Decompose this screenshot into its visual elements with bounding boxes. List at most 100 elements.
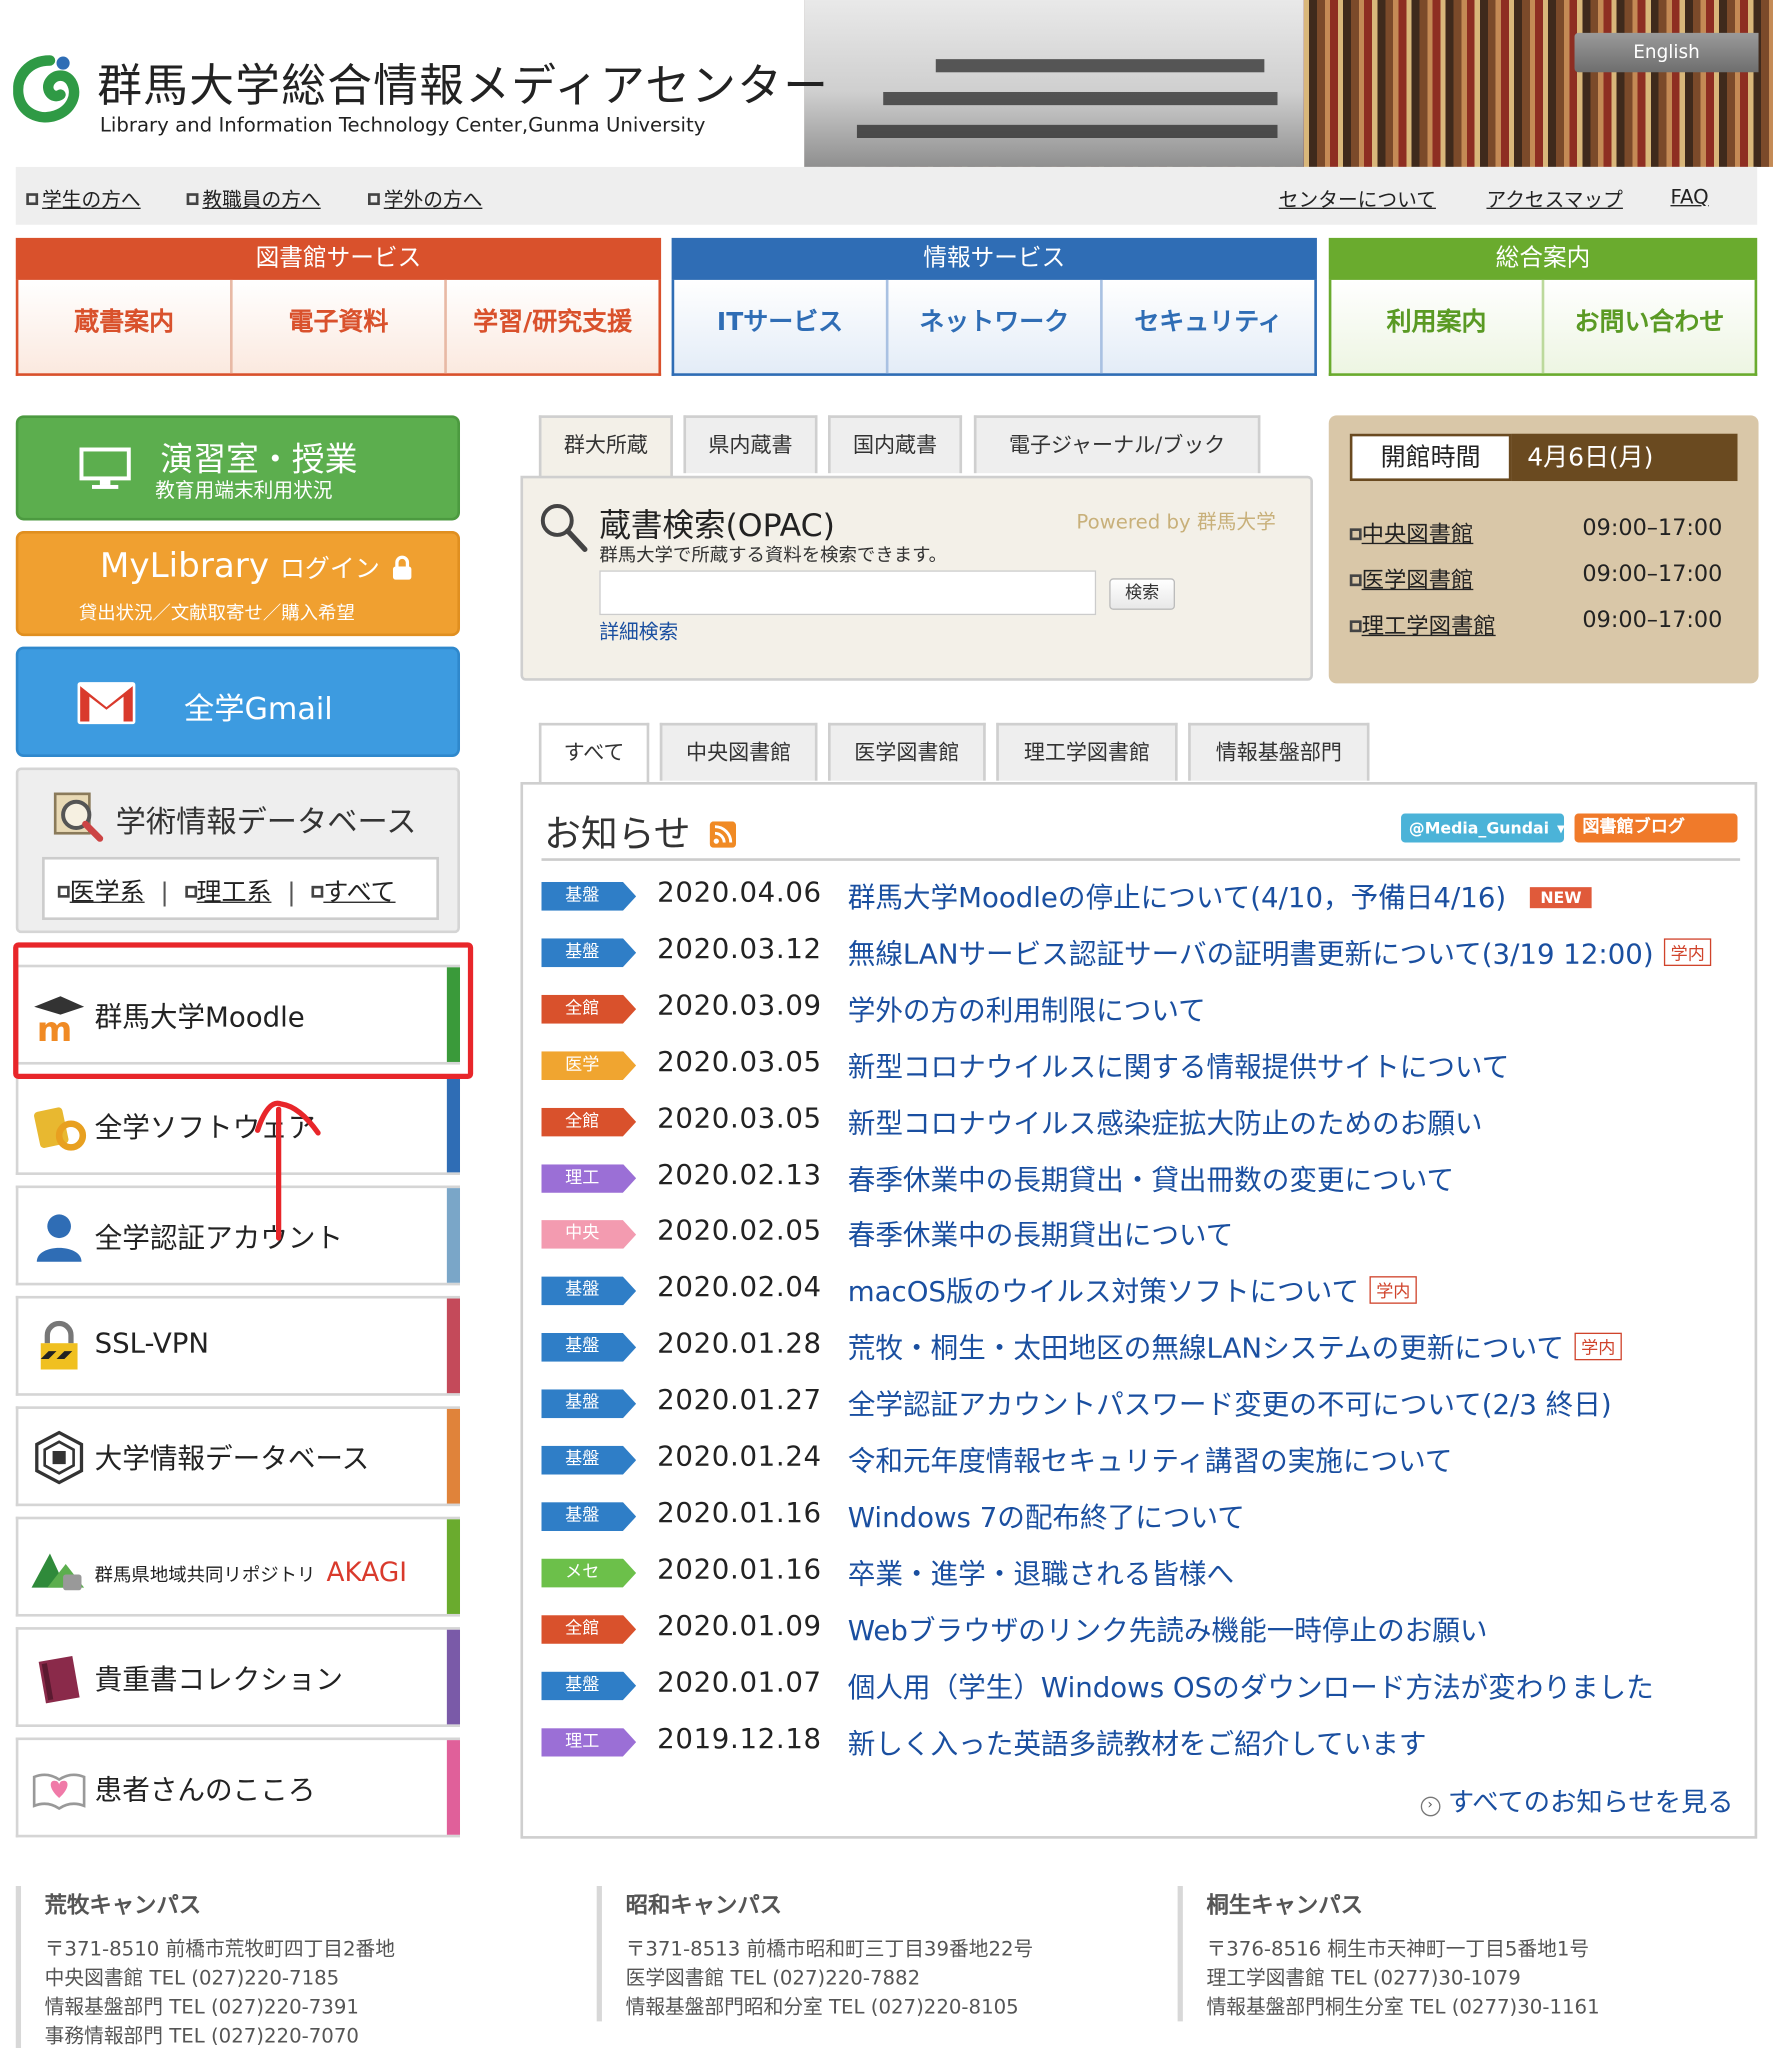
news-link[interactable]: 無線LANサービス認証サーバの証明書更新について(3/19 12:00) 学内	[848, 933, 1712, 972]
news-link[interactable]: Webブラウザのリンク先読み機能一時停止のお願い	[848, 1610, 1488, 1649]
lab-status-button[interactable]: 演習室・授業 教育用端末利用状況	[15, 415, 461, 521]
news-link[interactable]: 春季休業中の長期貸出について	[848, 1215, 1234, 1254]
news-link[interactable]: 卒業・進学・退職される皆様へ	[848, 1553, 1234, 1592]
nav-students[interactable]: 学生の方へ	[26, 185, 141, 213]
twitter-button[interactable]: @Media_Gundai ▾	[1401, 813, 1565, 843]
news-link[interactable]: macOS版のウイルス対策ソフトについて 学内	[848, 1271, 1417, 1310]
site-title[interactable]: 群馬大学総合情報メディアセンター	[97, 50, 829, 114]
science-library-time: 09:00–17:00	[1582, 607, 1723, 634]
campus-line: 情報基盤部門桐生分室 TEL (0277)30-1161	[1206, 1995, 1600, 2019]
db-science-link[interactable]: 理工系	[197, 878, 272, 907]
news-link[interactable]: 学外の方の利用制限について	[848, 989, 1206, 1028]
opac-advanced-link[interactable]: 詳細検索	[599, 618, 678, 646]
news-tab-central[interactable]: 中央図書館	[659, 722, 818, 781]
db-medical-link[interactable]: 医学系	[70, 878, 145, 907]
mylibrary-button[interactable]: MyLibrary ログイン 貸出状況／文献取寄せ／購入希望	[15, 530, 461, 637]
tab-prefecture[interactable]: 県内蔵書	[683, 415, 818, 474]
nav-staff[interactable]: 教職員の方へ	[186, 185, 321, 213]
news-link[interactable]: 荒牧・桐生・太田地区の無線LANシステムの更新について 学内	[848, 1328, 1622, 1367]
news-link[interactable]: 全学認証アカウントパスワード変更の不可について(2/3 終日)	[848, 1384, 1612, 1423]
search-icon	[540, 504, 588, 553]
akagi-link[interactable]: 群馬県地域共同リポジトリ AKAGI	[15, 1516, 461, 1617]
menu-e-resources[interactable]: 電子資料	[233, 279, 447, 374]
news-more-link[interactable]: › すべてのお知らせを見る	[1420, 1781, 1734, 1819]
menu-it-services[interactable]: ITサービス	[674, 279, 889, 374]
accent-bar	[446, 967, 461, 1062]
blog-button[interactable]: 図書館ブログ	[1574, 813, 1738, 843]
tab-gundai[interactable]: 群大所蔵	[538, 415, 673, 479]
gmail-button[interactable]: 全学Gmail	[15, 646, 461, 758]
news-row: 理工 2020.02.13 春季休業中の長期貸出・貸出冊数の変更について	[541, 1159, 1750, 1198]
news-link[interactable]: 新型コロナウイルス感染症拡大防止のためのお願い	[848, 1102, 1483, 1141]
menu-research-support[interactable]: 学習/研究支援	[447, 280, 659, 373]
news-row: 中央 2020.02.05 春季休業中の長期貸出について	[541, 1215, 1750, 1254]
menu-library-services: 図書館サービス 蔵書案内 電子資料 学習/研究支援	[15, 237, 662, 376]
opening-hours-panel: 開館時間 4月6日(月) 中央図書館 09:00–17:00 医学図書館 09:…	[1328, 415, 1759, 684]
news-row: 基盤 2020.01.07 個人用（学生）Windows OSのダウンロード方法が変…	[541, 1666, 1750, 1705]
news-row: 基盤 2020.01.16 Windows 7の配布終了について	[541, 1497, 1750, 1536]
accent-bar	[446, 1298, 461, 1394]
academic-db-panel: 学術情報データベース 医学系 | 理工系 | すべて	[15, 767, 461, 934]
univ-db-link[interactable]: 大学情報データベース	[15, 1406, 461, 1507]
campus-name: 昭和キャンパス	[625, 1892, 783, 1919]
menu-network[interactable]: ネットワーク	[888, 279, 1103, 374]
news-title-text: 新型コロナウイルスに関する情報提供サイトについて	[847, 1051, 1510, 1083]
news-row: 医学 2020.03.05 新型コロナウイルスに関する情報提供サイトについて	[541, 1046, 1750, 1085]
ssl-vpn-link[interactable]: SSL-VPN	[15, 1295, 461, 1396]
patients-link[interactable]: 患者さんのこころ	[15, 1737, 461, 1838]
nav-access-map[interactable]: アクセスマップ	[1486, 185, 1622, 213]
software-link[interactable]: 全学ソフトウェア	[15, 1075, 461, 1175]
news-date: 2020.01.16	[657, 1496, 822, 1529]
category-tag: 全館	[541, 994, 637, 1024]
opac-search-button[interactable]: 検索	[1109, 578, 1175, 610]
news-date: 2020.02.13	[657, 1158, 822, 1191]
news-date: 2019.12.18	[657, 1722, 822, 1754]
nav-about[interactable]: センターについて	[1279, 185, 1436, 213]
news-link[interactable]: Windows 7の配布終了について	[848, 1497, 1245, 1536]
news-link[interactable]: 群馬大学Moodleの停止について(4/10，予備日4/16) NEW	[848, 877, 1593, 916]
news-link[interactable]: 新型コロナウイルスに関する情報提供サイトについて	[848, 1046, 1510, 1085]
news-date: 2020.03.05	[657, 1045, 822, 1078]
nav-external[interactable]: 学外の方へ	[368, 185, 482, 213]
news-tab-medical[interactable]: 医学図書館	[828, 722, 986, 781]
campus-line: 〒376-8516 桐生市天神町一丁目5番地1号	[1206, 1937, 1590, 1961]
rare-books-link[interactable]: 貴重書コレクション	[15, 1627, 461, 1727]
english-button[interactable]: English	[1574, 32, 1759, 73]
news-link[interactable]: 令和元年度情報セキュリティ講習の実施について	[848, 1440, 1453, 1479]
moodle-label: 群馬大学Moodle	[94, 1001, 305, 1034]
academic-db-title: 学術情報データベース	[115, 805, 417, 840]
lock-icon	[392, 555, 412, 580]
menu-usage-guide[interactable]: 利用案内	[1331, 279, 1545, 374]
news-tab-infra[interactable]: 情報基盤部門	[1188, 722, 1370, 781]
menu-security[interactable]: セキュリティ	[1103, 280, 1315, 373]
medical-library-link[interactable]: 医学図書館	[1362, 568, 1474, 594]
news-link[interactable]: 個人用（学生）Windows OSのダウンロード方法が変わりました	[848, 1666, 1654, 1705]
news-link[interactable]: 新しく入った英語多読教材をご紹介しています	[848, 1722, 1427, 1761]
nav-faq[interactable]: FAQ	[1670, 185, 1708, 209]
menu-info-services: 情報サービス ITサービス ネットワーク セキュリティ	[671, 237, 1317, 376]
menu-holdings[interactable]: 蔵書案内	[18, 279, 233, 374]
logo-icon	[13, 55, 80, 123]
top-nav: 学生の方へ 教職員の方へ 学外の方へ センターについて アクセスマップ FAQ	[15, 166, 1758, 225]
news-date: 2020.01.07	[657, 1665, 822, 1698]
news-link[interactable]: 春季休業中の長期貸出・貸出冊数の変更について	[848, 1159, 1454, 1198]
central-library-link[interactable]: 中央図書館	[1362, 522, 1474, 548]
news-tab-science[interactable]: 理工学図書館	[996, 722, 1178, 781]
news-tab-all[interactable]: すべて	[538, 722, 650, 786]
rss-icon[interactable]	[709, 821, 737, 848]
category-tag: 理工	[541, 1727, 637, 1757]
db-all-link[interactable]: すべて	[323, 878, 395, 907]
science-library-link[interactable]: 理工学図書館	[1362, 614, 1496, 640]
menu-caption: 総合案内	[1328, 237, 1758, 280]
menu-contact[interactable]: お問い合わせ	[1544, 280, 1754, 373]
moodle-link[interactable]: m 群馬大学Moodle	[15, 964, 461, 1065]
account-link[interactable]: 全学認証アカウント	[15, 1185, 461, 1286]
category-tag: 基盤	[541, 1445, 637, 1475]
book-icon	[38, 1655, 80, 1704]
category-tag: メセ	[541, 1558, 637, 1588]
tab-national[interactable]: 国内蔵書	[828, 415, 963, 474]
chevron-right-icon: ›	[1420, 1796, 1440, 1817]
mylibrary-title: MyLibrary	[99, 546, 270, 587]
tab-ejournal[interactable]: 電子ジャーナル/ブック	[973, 415, 1261, 474]
opac-search-input[interactable]	[599, 570, 1097, 616]
